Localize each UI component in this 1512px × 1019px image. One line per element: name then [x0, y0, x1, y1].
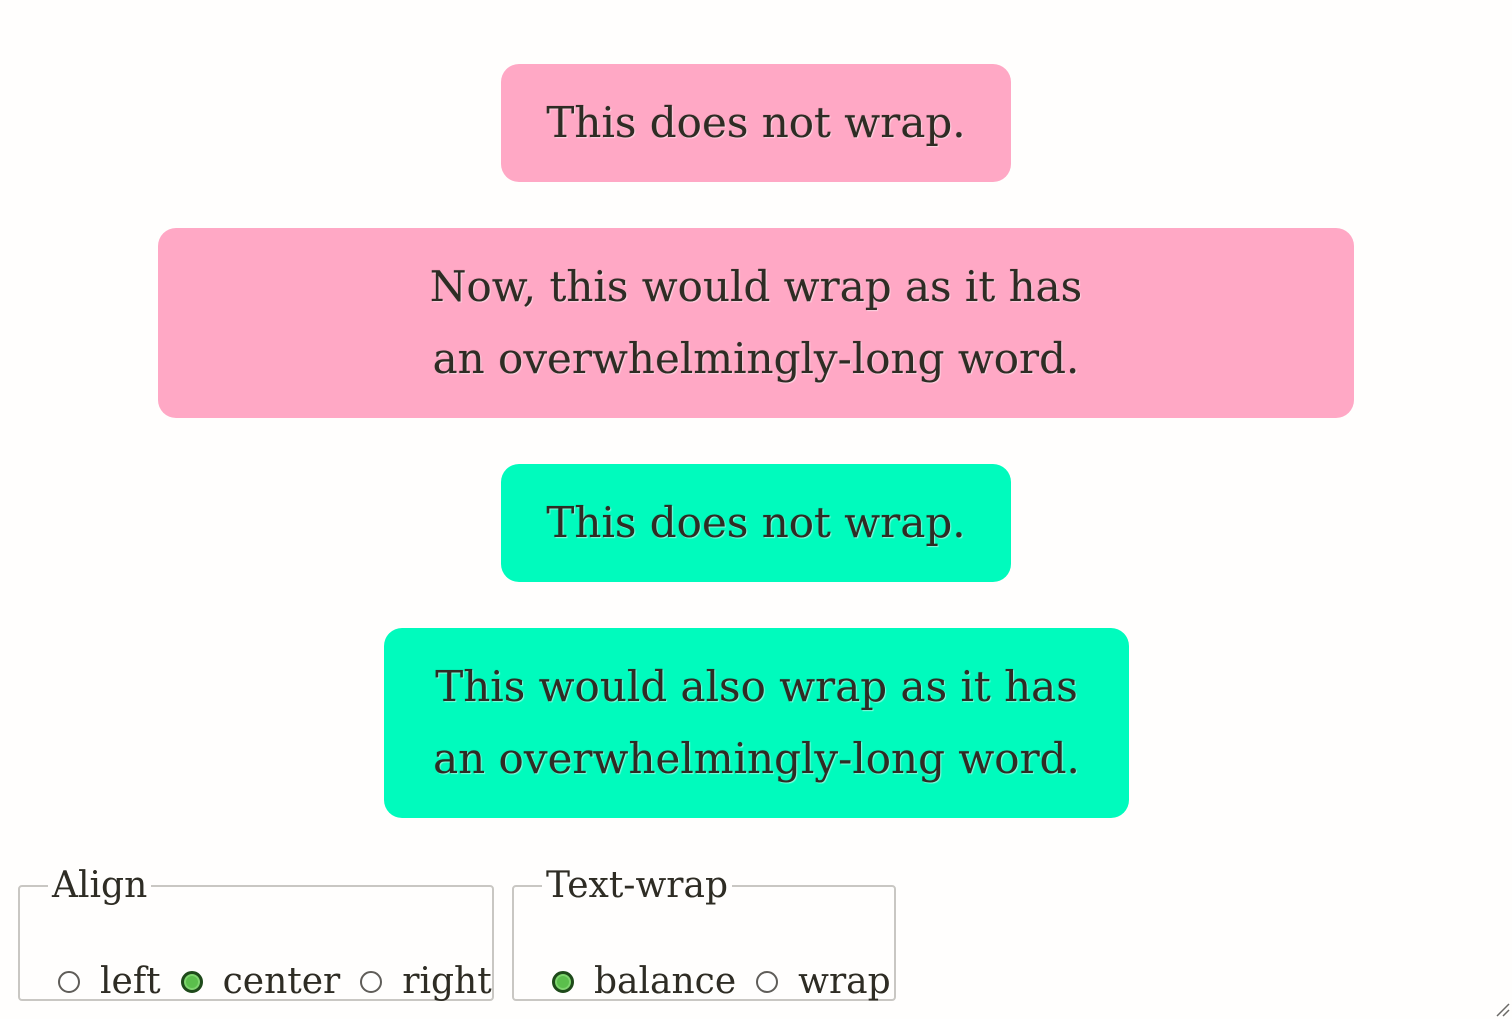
text-wrap-option-balance[interactable]: balance: [552, 962, 736, 1002]
text-line: This would also wrap as it has: [435, 662, 1078, 711]
text-line: This does not wrap.: [546, 98, 966, 147]
text-wrap-option-label: wrap: [798, 961, 891, 1002]
resize-handle-icon[interactable]: [1494, 1001, 1510, 1017]
align-option-left[interactable]: left: [58, 962, 161, 1002]
text-wrap-option-label: balance: [594, 961, 737, 1002]
align-legend: Align: [52, 865, 148, 906]
sample-box-text: This does not wrap.: [546, 487, 965, 559]
radio-wrap[interactable]: [756, 971, 779, 993]
radio-balance[interactable]: [552, 971, 574, 993]
text-wrap-options: balance wrap: [552, 962, 911, 1002]
text-wrap-fieldset: Text-wrap balance wrap: [512, 865, 896, 1002]
radio-left[interactable]: [58, 971, 80, 993]
text-line: an overwhelmingly-long word.: [433, 734, 1080, 783]
align-fieldset: Align left center right: [18, 865, 494, 1002]
sample-box-4: This would also wrap as it has an overwh…: [384, 628, 1129, 818]
align-option-label: right: [402, 961, 492, 1002]
sample-box-3: This does not wrap.: [501, 464, 1011, 582]
text-line: This does not wrap.: [546, 498, 966, 547]
sample-box-text: This does not wrap.: [546, 87, 965, 159]
align-option-center[interactable]: center: [180, 961, 341, 1002]
radio-center[interactable]: [180, 971, 203, 993]
text-wrap-option-wrap[interactable]: wrap: [756, 962, 891, 1002]
radio-right[interactable]: [360, 971, 383, 993]
text-line: Now, this would wrap as it has: [429, 262, 1083, 311]
sample-box-1: This does not wrap.: [501, 64, 1011, 182]
align-options: left center right: [58, 962, 512, 1002]
align-option-label: center: [222, 961, 341, 1002]
sample-box-2: Now, this would wrap as it has an overwh…: [158, 228, 1354, 418]
text-wrap-legend: Text-wrap: [546, 865, 728, 906]
align-option-label: left: [100, 961, 161, 1002]
text-line: an overwhelmingly-long word.: [432, 334, 1080, 383]
align-option-right[interactable]: right: [360, 961, 492, 1002]
sample-box-text: This would also wrap as it has an overwh…: [433, 651, 1080, 795]
sample-box-text: Now, this would wrap as it has an overwh…: [430, 251, 1082, 395]
